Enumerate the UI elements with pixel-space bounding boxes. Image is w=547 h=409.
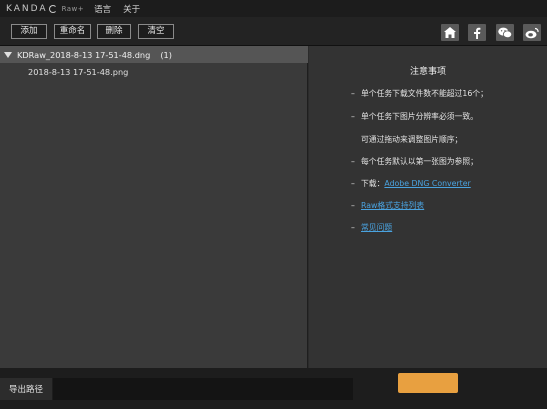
bullet-dash-icon: –	[351, 157, 355, 166]
file-item[interactable]: 2018-8-13 17-51-48.png	[0, 63, 308, 81]
export-path-field[interactable]	[53, 378, 353, 400]
bullet-dash-icon: –	[351, 89, 355, 98]
add-button[interactable]: 添加	[11, 24, 47, 39]
note-format: – Raw格式支持列表	[351, 200, 424, 211]
home-icon[interactable]	[441, 24, 459, 41]
rename-button[interactable]: 重命名	[54, 24, 91, 39]
facebook-icon[interactable]	[468, 24, 486, 41]
file-list-panel: KDRaw_2018-8-13 17-51-48.dng (1) 2018-8-…	[0, 46, 308, 368]
notes-panel: 注意事项 – 单个任务下载文件数不能超过16个； – 单个任务下图片分辨率必须一致。…	[309, 46, 547, 368]
bullet-dash-icon: –	[351, 223, 355, 232]
export-path-label: 导出路径	[0, 378, 52, 400]
faq-link[interactable]: 常见问题	[361, 223, 392, 232]
note-item: – 单个任务下载文件数不能超过16个；	[351, 89, 488, 98]
clear-button[interactable]: 清空	[138, 24, 174, 39]
note-faq: – 常见问题	[351, 222, 392, 233]
note-download: – 下载：Adobe DNG Converter	[351, 179, 471, 188]
app-logo: KANDA Raw+	[6, 4, 84, 14]
weibo-icon[interactable]	[523, 24, 541, 41]
bullet-dash-icon: –	[351, 201, 355, 210]
task-group-name: KDRaw_2018-8-13 17-51-48.dng	[17, 49, 151, 60]
title-bar: KANDA Raw+ 语言 关于	[0, 0, 547, 17]
notes-title: 注意事项	[409, 67, 446, 77]
wechat-icon[interactable]	[496, 24, 514, 41]
note-item: 可通过拖动来调整图片顺序；	[361, 135, 463, 144]
note-item: – 每个任务默认以第一张图为参照；	[351, 157, 478, 166]
raw-format-list-link[interactable]: Raw格式支持列表	[361, 201, 424, 210]
start-button[interactable]	[398, 373, 458, 393]
brand-subtitle: Raw+	[61, 4, 85, 13]
toolbar: 添加 重命名 删除 清空	[0, 17, 547, 46]
task-group-row[interactable]: KDRaw_2018-8-13 17-51-48.dng (1)	[0, 46, 308, 63]
file-name: 2018-8-13 17-51-48.png	[28, 67, 129, 77]
menu-language[interactable]: 语言	[94, 3, 111, 15]
expand-triangle-icon[interactable]	[4, 51, 12, 58]
task-file-count: (1)	[160, 49, 172, 60]
bottom-bar: 导出路径	[0, 368, 547, 409]
bullet-dash-icon: –	[351, 112, 355, 121]
delete-button[interactable]: 删除	[97, 24, 131, 39]
note-item: – 单个任务下图片分辨率必须一致。	[351, 112, 478, 121]
bullet-dash-icon: –	[351, 179, 355, 188]
brand-name: KANDA	[6, 3, 48, 14]
menu-about[interactable]: 关于	[123, 3, 140, 15]
logo-ring-icon	[48, 4, 57, 13]
dng-converter-link[interactable]: Adobe DNG Converter	[384, 179, 470, 188]
